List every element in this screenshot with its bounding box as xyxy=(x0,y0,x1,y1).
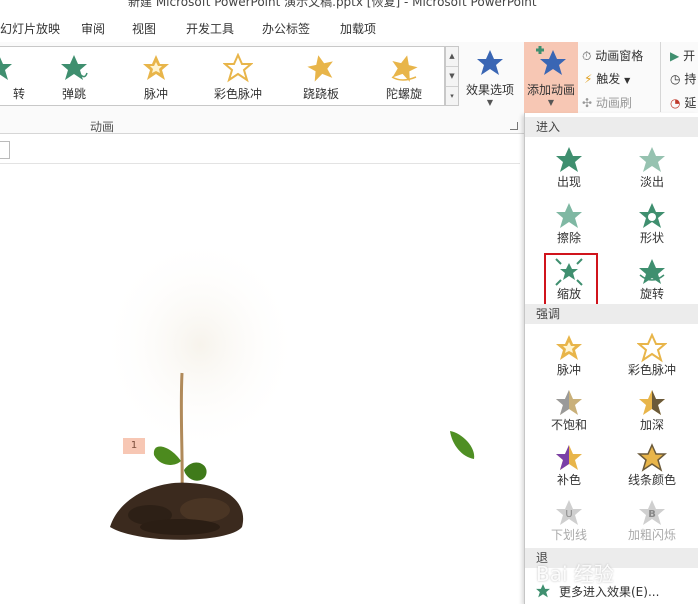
window-title: 新建 Microsoft PowerPoint 演示文稿.pptx [恢复] -… xyxy=(128,0,537,9)
chevron-down-icon: ▼ xyxy=(486,98,494,107)
ribbon-tabs: 幻灯片放映 审阅 视图 开发工具 办公标签 加载项 xyxy=(0,12,698,42)
complementary-star-icon xyxy=(556,445,582,470)
bold-flash-star-icon: B xyxy=(639,500,665,525)
pulse-star-icon xyxy=(143,55,169,80)
gallery-scroll-up-icon[interactable]: ▲ xyxy=(446,47,458,67)
effect-options-star-icon xyxy=(477,50,503,75)
effect-complementary[interactable]: 补色 xyxy=(529,441,609,491)
start-setting[interactable]: ▶ 开 xyxy=(670,47,695,64)
effect-zoom[interactable]: 缩放 xyxy=(529,253,609,307)
appear-star-icon xyxy=(556,147,582,172)
effect-wipe[interactable]: 擦除 xyxy=(529,199,609,249)
darken-star-icon xyxy=(639,390,665,415)
effect-shape[interactable]: 形状 xyxy=(612,199,692,249)
effect-pulse[interactable]: 脉冲 xyxy=(529,331,609,381)
effect-desaturate[interactable]: 不饱和 xyxy=(529,386,609,436)
add-animation-dropdown: 进入 出现 淡出 擦除 形状 缩放 旋转 强调 脉冲 彩色脉冲 不饱和 加深 补… xyxy=(524,113,698,604)
effect-swivel[interactable]: 旋转 xyxy=(612,255,692,305)
lightning-icon: ⚡ xyxy=(584,72,593,86)
tab-slideshow[interactable]: 幻灯片放映 xyxy=(0,20,60,37)
effect-bold-flash[interactable]: B 加粗闪烁 xyxy=(612,496,692,546)
emph-color-pulse-star-icon xyxy=(637,333,667,363)
effect-darken[interactable]: 加深 xyxy=(612,386,692,436)
add-animation-star-icon xyxy=(536,46,566,75)
effect-fade[interactable]: 淡出 xyxy=(612,143,692,193)
animation-painter-button[interactable]: ✣ 动画刷 xyxy=(582,94,632,111)
desaturate-star-icon xyxy=(556,390,582,415)
emph-pulse-star-icon xyxy=(556,335,582,360)
effect-line-color[interactable]: 线条颜色 xyxy=(612,441,692,491)
effect-appear[interactable]: 出现 xyxy=(529,143,609,193)
line-color-star-icon xyxy=(637,443,667,472)
section-entrance: 进入 xyxy=(525,117,698,137)
slide-tab-stub[interactable] xyxy=(0,141,10,159)
gallery-item-spinner[interactable]: 陀螺旋 xyxy=(364,47,444,105)
shape-star-icon xyxy=(639,203,665,228)
bounce-star-icon xyxy=(61,55,88,80)
section-emphasis: 强调 xyxy=(525,304,698,324)
add-animation-button[interactable]: 添加动画 ▼ xyxy=(524,42,578,113)
ribbon-group-divider xyxy=(660,42,661,112)
teeter-star-icon xyxy=(307,55,333,82)
tab-developer[interactable]: 开发工具 xyxy=(186,20,234,37)
gallery-scroll-down-icon[interactable]: ▼ xyxy=(446,67,458,87)
sprout-image xyxy=(100,235,475,540)
color-pulse-star-icon xyxy=(223,53,253,83)
wipe-star-icon xyxy=(556,203,582,228)
slide-toolbar xyxy=(0,134,520,164)
tab-addins[interactable]: 加载项 xyxy=(340,20,376,37)
fade-star-icon xyxy=(639,147,665,172)
animation-order-badge[interactable]: 1 xyxy=(123,438,145,454)
delay-setting[interactable]: ◔ 延 xyxy=(670,94,696,111)
gallery-item-color-pulse[interactable]: 彩色脉冲 xyxy=(198,47,278,105)
animation-gallery: 转 弹跳 脉冲 彩色脉冲 跷跷板 陀螺旋 xyxy=(0,46,445,106)
gallery-item-pulse[interactable]: 脉冲 xyxy=(116,47,196,105)
trigger-chevron-icon: ▼ xyxy=(624,76,631,85)
svg-text:U: U xyxy=(565,509,572,520)
title-bar: 新建 Microsoft PowerPoint 演示文稿.pptx [恢复] -… xyxy=(0,0,698,12)
baidu-watermark: Bai 经验 xyxy=(536,562,614,586)
clock-icon: ◷ xyxy=(670,72,681,86)
animation-group-label: 动画 xyxy=(90,120,115,134)
tab-view[interactable]: 视图 xyxy=(132,20,156,37)
tab-office-tab[interactable]: 办公标签 xyxy=(262,20,310,37)
dialog-launcher-icon[interactable] xyxy=(510,122,518,130)
tab-review[interactable]: 审阅 xyxy=(81,20,105,37)
gallery-expand-icon[interactable]: ▾ xyxy=(446,87,458,107)
swivel-star-icon xyxy=(639,259,665,284)
svg-text:B: B xyxy=(648,509,656,520)
gallery-item-bounce[interactable]: 弹跳 xyxy=(34,47,114,105)
spin-star-icon xyxy=(0,57,12,80)
duration-setting[interactable]: ◷ 持 xyxy=(670,70,696,87)
delay-icon: ◔ xyxy=(670,96,681,110)
add-animation-chevron-icon: ▼ xyxy=(547,98,555,107)
painter-icon: ✣ xyxy=(582,96,593,110)
zoom-star-icon xyxy=(555,258,583,286)
trigger-button[interactable]: ⚡ 触发 ▼ xyxy=(584,70,630,87)
gallery-scrollbar[interactable]: ▲ ▼ ▾ xyxy=(445,46,459,106)
effect-underline[interactable]: U 下划线 xyxy=(529,496,609,546)
spinner-star-icon xyxy=(391,55,418,82)
animation-pane-icon: ⏱ xyxy=(582,49,592,63)
gallery-item-teeter[interactable]: 跷跷板 xyxy=(281,47,361,105)
effect-options-button[interactable]: 效果选项 ▼ xyxy=(462,48,518,107)
animation-pane-button[interactable]: ⏱ 动画窗格 xyxy=(582,47,643,64)
slide-canvas[interactable]: 1 xyxy=(0,165,524,604)
play-icon: ▶ xyxy=(670,49,680,63)
effect-color-pulse[interactable]: 彩色脉冲 xyxy=(612,331,692,381)
underline-star-icon: U xyxy=(556,500,582,525)
